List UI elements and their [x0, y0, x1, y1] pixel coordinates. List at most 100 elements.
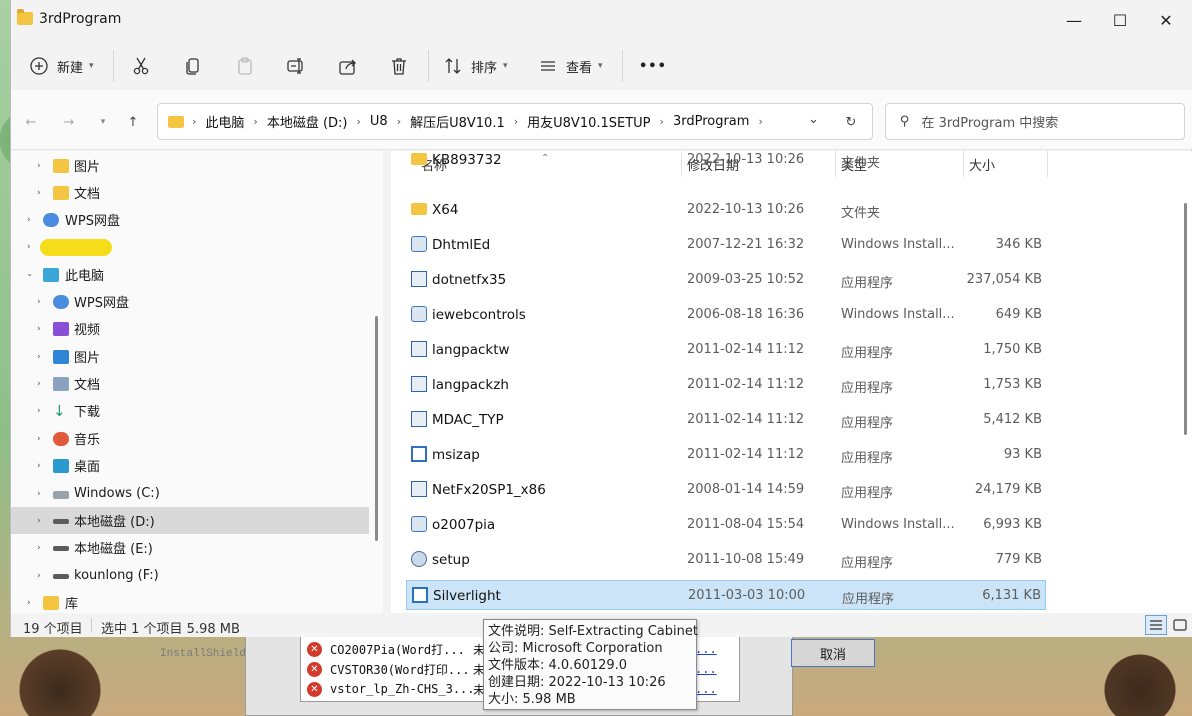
library-icon — [43, 595, 59, 610]
sidebar-item-pictures[interactable]: › 图片 — [11, 152, 369, 179]
file-name: DhtmlEd — [432, 237, 491, 253]
msi-icon — [411, 236, 427, 252]
refresh-icon[interactable]: ↻ — [836, 110, 866, 134]
share-button[interactable] — [338, 52, 358, 80]
sidebar-scrollbar[interactable] — [375, 316, 378, 541]
sidebar-item-drive-e[interactable]: › 本地磁盘 (E:) — [11, 534, 369, 561]
sidebar-item-wps-cloud[interactable]: › WPS网盘 — [11, 288, 369, 315]
column-divider[interactable] — [1047, 151, 1048, 177]
address-bar[interactable]: › 此电脑 › 本地磁盘 (D:) › U8 › 解压后U8V10.1 › 用友U8V1… — [157, 103, 873, 140]
file-row[interactable]: iewebcontrols 2006-08-18 16:36 Windows Ins… — [406, 300, 1046, 330]
chevron-right-icon: › — [27, 597, 31, 608]
breadcrumb-item[interactable]: 解压后U8V10.1 — [410, 112, 505, 131]
tooltip-line: 文件版本: 4.0.60129.0 — [488, 658, 628, 673]
file-size: 6,131 KB — [982, 588, 1041, 603]
cut-button[interactable] — [131, 52, 151, 80]
chevron-right-icon: › — [27, 214, 31, 225]
breadcrumb-item[interactable]: 本地磁盘 (D:) — [267, 112, 348, 131]
sidebar-item-drive-c[interactable]: › Windows (C:) — [11, 480, 369, 507]
copy-button[interactable] — [183, 52, 203, 80]
file-size: 6,993 KB — [983, 517, 1042, 532]
rename-button[interactable] — [286, 52, 306, 80]
file-row[interactable]: dotnetfx35 2009-03-25 10:52 应用程序 237,054 KB — [406, 265, 1046, 295]
paste-button[interactable] — [235, 52, 255, 80]
file-size: 24,179 KB — [974, 482, 1042, 497]
details-view-icon — [1150, 620, 1162, 630]
view-button[interactable]: 查看 ▾ — [538, 52, 603, 80]
documents-folder-icon — [53, 185, 69, 200]
up-button[interactable]: ↑ — [121, 110, 145, 134]
app-icon — [411, 446, 427, 462]
sort-button[interactable]: 排序 ▾ — [443, 52, 508, 80]
background-cancel-button[interactable]: 取消 — [791, 639, 875, 667]
sidebar-item-documents[interactable]: › 文档 — [11, 179, 369, 206]
back-button[interactable]: ← — [19, 110, 43, 134]
close-button[interactable]: ✕ — [1143, 6, 1189, 34]
file-type: 应用程序 — [841, 486, 894, 501]
file-size: 1,750 KB — [983, 342, 1042, 357]
exe-icon — [411, 411, 427, 427]
file-info-tooltip: 文件说明: Self-Extracting Cabinet 公司: Micros… — [483, 619, 698, 710]
breadcrumb-item[interactable]: U8 — [370, 114, 388, 129]
details-view-button[interactable] — [1145, 615, 1167, 635]
navigation-pane: › 图片 › 文档 › WPS网盘 › › 此电脑 › WPS网盘 › 视频 › 图片 › 文档… — [11, 151, 383, 613]
divider — [91, 618, 92, 632]
file-row[interactable]: Silverlight 2011-03-03 10:00 应用程序 6,131 KB — [406, 580, 1046, 610]
sidebar-item-desktop[interactable]: › 桌面 — [11, 452, 369, 479]
sort-icon — [445, 58, 461, 74]
sidebar-item-pictures[interactable]: › 图片 — [11, 343, 369, 370]
chevron-down-icon: ▾ — [503, 61, 508, 71]
title-bar: 3rdProgram — ☐ ✕ — [11, 0, 1192, 40]
file-date: 2009-03-25 10:52 — [687, 272, 805, 287]
sidebar-item-videos[interactable]: › 视频 — [11, 315, 369, 342]
file-row[interactable]: DhtmlEd 2007-12-21 16:32 Windows Install..… — [406, 230, 1046, 260]
file-row[interactable]: langpackzh 2011-02-14 11:12 应用程序 1,753 KB — [406, 370, 1046, 400]
file-row[interactable]: X64 2022-10-13 10:26 文件夹 — [406, 195, 1046, 225]
search-placeholder: 在 3rdProgram 中搜索 — [921, 116, 1059, 131]
minimize-button[interactable]: — — [1051, 6, 1097, 34]
trash-icon — [392, 58, 406, 75]
search-box[interactable]: ⚲ 在 3rdProgram 中搜索 — [885, 103, 1185, 140]
address-dropdown-icon[interactable]: ⌄ — [808, 112, 819, 127]
file-row[interactable]: NetFx20SP1_x86 2008-01-14 14:59 应用程序 24,179… — [406, 475, 1046, 505]
more-options-button[interactable]: ••• — [639, 52, 667, 80]
file-row[interactable]: KB893732 2022-10-13 10:26 文件夹 — [406, 151, 1046, 175]
sidebar-item-documents[interactable]: › 文档 — [11, 370, 369, 397]
error-icon: ✕ — [307, 661, 322, 677]
computer-icon — [43, 267, 59, 282]
sidebar-item-wps-cloud[interactable]: › WPS网盘 — [11, 206, 369, 233]
sidebar-item-downloads[interactable]: › ↓ 下载 — [11, 397, 369, 424]
breadcrumb-item[interactable]: 此电脑 — [205, 112, 244, 131]
chevron-right-icon: › — [192, 115, 197, 128]
breadcrumb-item[interactable]: 3rdProgram — [673, 114, 750, 129]
file-row[interactable]: MDAC_TYP 2011-02-14 11:12 应用程序 5,412 KB — [406, 405, 1046, 435]
divider — [428, 50, 429, 82]
file-name: langpackzh — [432, 377, 509, 393]
sidebar-item-music[interactable]: › 音乐 — [11, 425, 369, 452]
thumbnail-view-button[interactable] — [1169, 615, 1191, 635]
sidebar-item-library[interactable]: › 库 — [11, 589, 369, 613]
breadcrumb-item[interactable]: 用友U8V10.1SETUP — [527, 112, 650, 131]
file-name: langpacktw — [432, 342, 510, 358]
file-list-scrollbar[interactable] — [1184, 203, 1187, 435]
error-item: ✕ vstor_lp_Zh-CHS_3... 未... — [307, 680, 717, 698]
maximize-button[interactable]: ☐ — [1097, 6, 1143, 34]
sidebar-item-this-pc[interactable]: › 此电脑 — [11, 261, 369, 288]
command-bar: 新建 ▾ 排序 ▾ 查看 ▾ ••• — [11, 40, 1192, 90]
new-button[interactable]: 新建 ▾ — [29, 52, 94, 80]
sidebar-item-drive-d[interactable]: › 本地磁盘 (D:) — [11, 507, 369, 534]
file-date: 2011-02-14 11:12 — [687, 342, 805, 357]
file-row[interactable]: o2007pia 2011-08-04 15:54 Windows Install.… — [406, 510, 1046, 540]
forward-button[interactable]: → — [57, 110, 81, 134]
file-row[interactable]: langpacktw 2011-02-14 11:12 应用程序 1,750 KB — [406, 335, 1046, 365]
file-row[interactable]: msizap 2011-02-14 11:12 应用程序 93 KB — [406, 440, 1046, 470]
file-row[interactable]: setup 2011-10-08 15:49 应用程序 779 KB — [406, 545, 1046, 575]
recent-locations-button[interactable]: ▾ — [91, 110, 115, 134]
file-date: 2011-02-14 11:12 — [687, 412, 805, 427]
exe-icon — [411, 271, 427, 287]
documents-icon — [53, 376, 69, 391]
chevron-right-icon: › — [27, 241, 31, 252]
delete-button[interactable] — [389, 52, 409, 80]
file-type: 应用程序 — [841, 451, 894, 466]
sidebar-item-drive-f[interactable]: › kounlong (F:) — [11, 562, 369, 589]
